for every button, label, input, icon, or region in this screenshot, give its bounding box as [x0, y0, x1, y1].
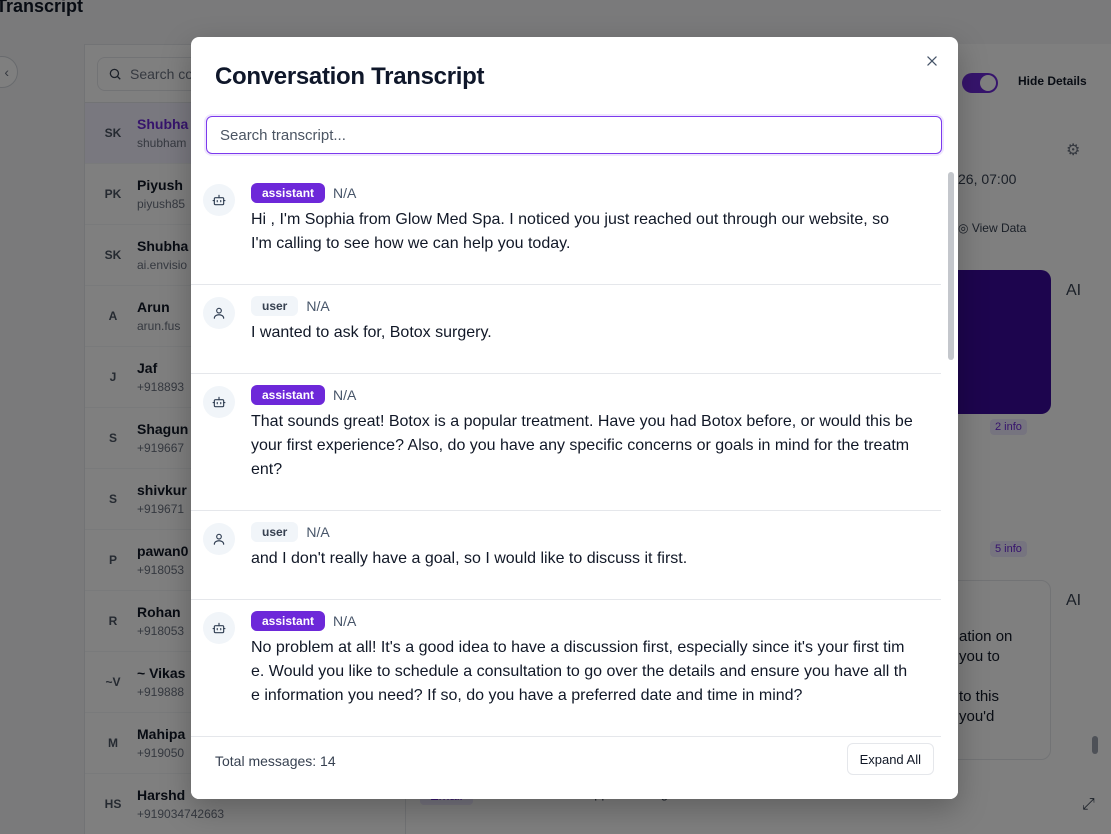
transcript-message: assistant N/A No problem at all! It's a go…	[191, 600, 941, 737]
message-timestamp: N/A	[306, 524, 330, 540]
message-timestamp: N/A	[333, 387, 357, 403]
role-badge: assistant	[251, 611, 326, 631]
transcript-scrollbar[interactable]	[948, 172, 954, 360]
message-text: Hi , I'm Sophia from Glow Med Spa. I not…	[251, 211, 890, 252]
user-avatar	[203, 523, 235, 555]
bot-icon	[212, 194, 226, 206]
message-text: I wanted to ask for, Botox surgery.	[251, 324, 492, 341]
bot-avatar	[203, 184, 235, 216]
message-timestamp: N/A	[333, 613, 357, 629]
transcript-message: user N/A I wanted to ask for, Botox surger…	[191, 285, 941, 374]
modal-title: Conversation Transcript	[215, 63, 485, 90]
close-button[interactable]	[920, 49, 944, 73]
message-timestamp: N/A	[333, 185, 357, 201]
bot-icon	[212, 396, 226, 408]
transcript-search-input[interactable]	[206, 116, 942, 154]
total-messages: Total messages: 14	[215, 753, 336, 769]
user-icon	[213, 307, 225, 319]
role-badge: user	[251, 296, 299, 316]
bot-avatar	[203, 386, 235, 418]
expand-all-button[interactable]: Expand All	[846, 743, 934, 775]
transcript-message: assistant N/A That sounds great! Botox is …	[191, 374, 941, 511]
bot-icon	[212, 622, 226, 634]
bot-avatar	[203, 612, 235, 644]
role-badge: user	[251, 522, 299, 542]
transcript-message: assistant N/A Hi , I'm Sophia from Glow Me…	[191, 172, 941, 285]
close-icon	[927, 56, 937, 66]
transcript-message: user N/A and I don't really have a goal, s…	[191, 511, 941, 600]
message-list: assistant N/A Hi , I'm Sophia from Glow Me…	[191, 172, 941, 739]
user-icon	[213, 533, 225, 545]
transcript-modal: Conversation Transcript assistant N/A Hi ,…	[191, 37, 958, 799]
user-avatar	[203, 297, 235, 329]
role-badge: assistant	[251, 183, 326, 203]
modal-footer: Total messages: 14 Expand All	[191, 739, 958, 799]
message-text: No problem at all! It's a good idea to h…	[251, 639, 908, 704]
message-text: and I don't really have a goal, so I wou…	[251, 550, 688, 567]
message-text: That sounds great! Botox is a popular tr…	[251, 413, 913, 478]
message-timestamp: N/A	[306, 298, 330, 314]
role-badge: assistant	[251, 385, 326, 405]
